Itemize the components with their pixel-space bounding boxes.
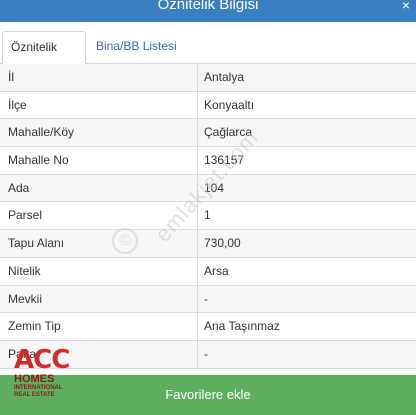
attribute-key: Mevkii — [0, 285, 198, 313]
attribute-value: - — [204, 346, 208, 361]
attribute-value: Çağlarca — [204, 125, 253, 140]
watermark-copyright-icon: © — [112, 228, 138, 254]
tab-attribute-info[interactable]: Öznitelik Bilgisi — [2, 31, 86, 84]
attribute-key: Zemin Tip — [0, 313, 198, 340]
attribute-key: Pafta — [0, 340, 198, 368]
table-row: Zemin Tip Ana Taşınmaz — [0, 313, 416, 341]
attribute-value: Ana Taşınmaz — [204, 319, 280, 334]
table-row: Ada 104 — [0, 174, 416, 203]
table-row: Pafta - — [0, 340, 416, 369]
attribute-value: 136157 — [204, 153, 245, 168]
table-row: Nitelik Arsa — [0, 257, 416, 286]
attribute-key: Mahalle/Köy — [0, 119, 198, 147]
attribute-key: Ada — [0, 174, 198, 202]
attribute-table: İl Antalya İlçe Konyaaltı Mahalle/Köy Ça… — [0, 64, 416, 369]
attribute-value: - — [204, 291, 208, 306]
window-header: Öznitelik Bilgisi × — [0, 0, 416, 22]
table-row: Parsel 1 — [0, 202, 416, 231]
attribute-value: Konyaaltı — [204, 97, 255, 112]
table-row: İl Antalya — [0, 64, 416, 92]
attribute-value: 1 — [204, 208, 211, 223]
table-row: Mevkii - — [0, 285, 416, 314]
table-row: İlçe Konyaaltı — [0, 91, 416, 120]
attribute-value: Arsa — [204, 263, 229, 278]
add-to-favorites-button[interactable]: Favorilere ekle — [0, 375, 416, 415]
attribute-key: Parsel — [0, 202, 198, 230]
close-icon[interactable]: × — [402, 0, 410, 14]
window-title: Öznitelik Bilgisi — [157, 0, 259, 13]
attribute-key: Tapu Alanı — [0, 230, 198, 257]
attribute-key: Mahalle No — [0, 147, 198, 174]
table-row: Mahalle No 136157 — [0, 147, 416, 175]
attribute-key: İl — [0, 64, 198, 91]
table-row: Tapu Alanı 730,00 — [0, 230, 416, 258]
attribute-value: 730,00 — [204, 236, 241, 251]
attribute-value: 104 — [204, 180, 225, 195]
tab-building-list[interactable]: Bina/BB Listesi — [88, 31, 185, 64]
tab-bar: Öznitelik Bilgisi Bina/BB Listesi — [0, 22, 416, 84]
attribute-value: Antalya — [204, 70, 245, 84]
attribute-key: İlçe — [0, 91, 198, 119]
attribute-key: Nitelik — [0, 257, 198, 285]
table-row: Mahalle/Köy Çağlarca — [0, 119, 416, 148]
